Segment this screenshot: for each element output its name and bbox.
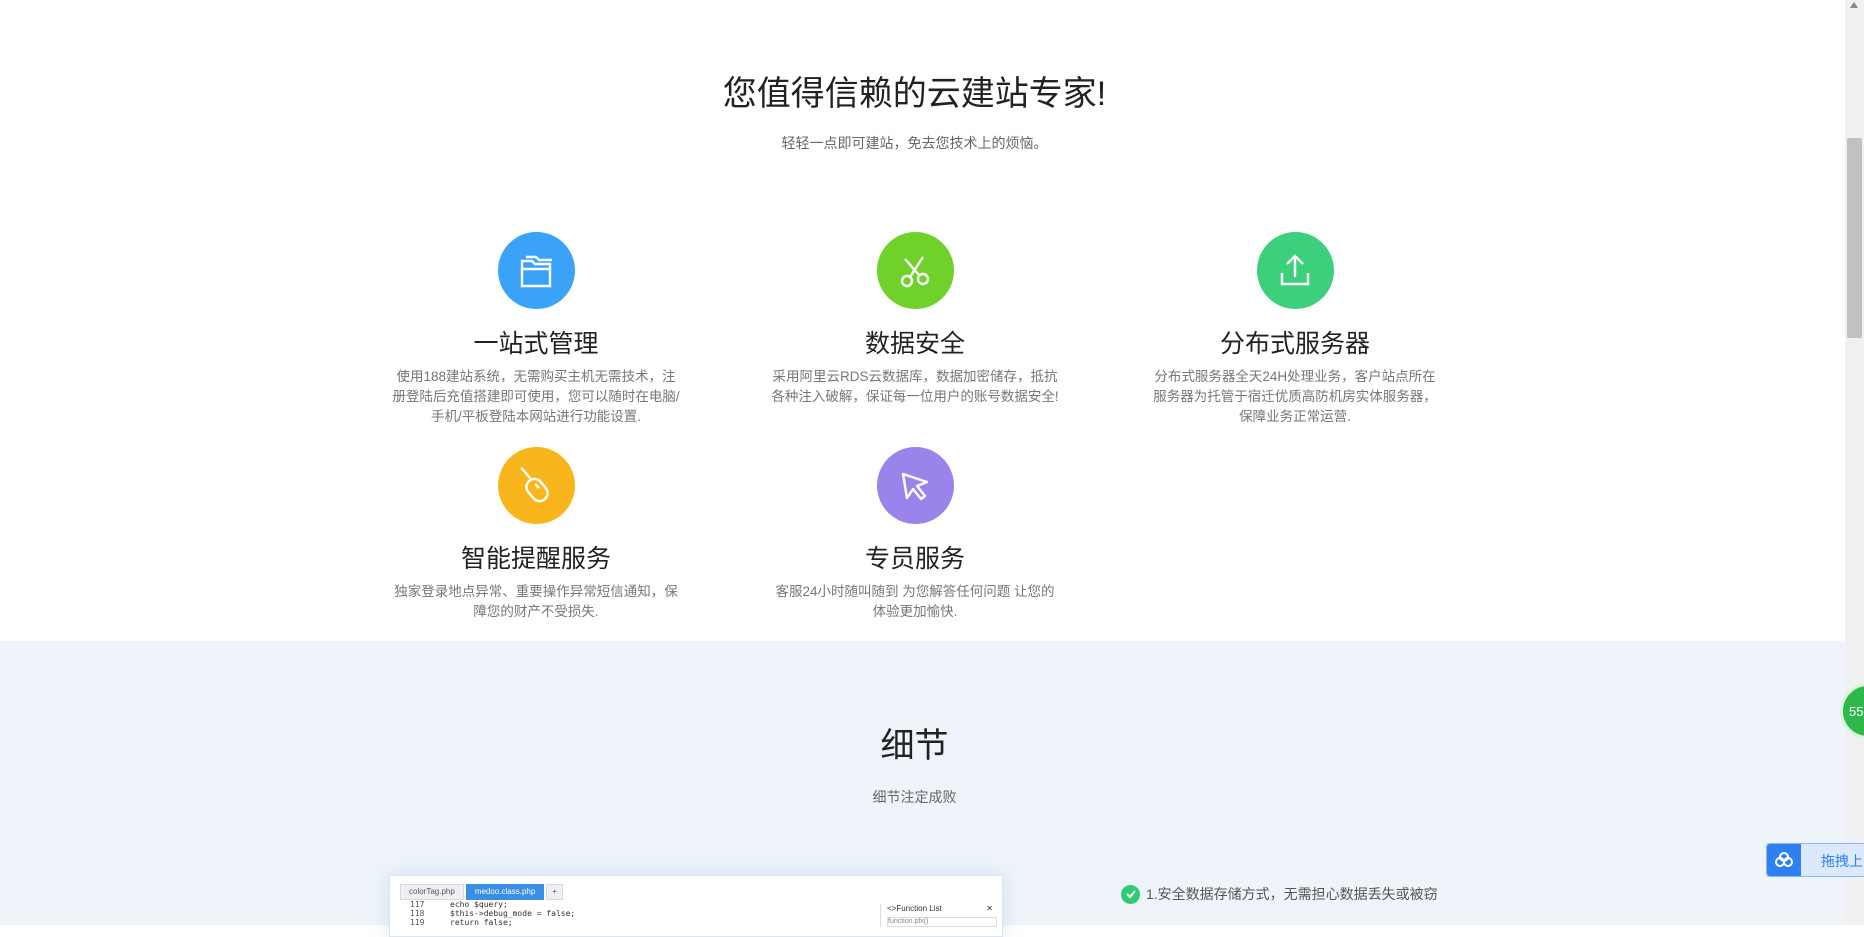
code-line: 119 return false; (410, 918, 513, 927)
feature-item: 一站式管理 使用188建站系统，无需购买主机无需技术，注册登陆后充值搭建即可使用… (391, 232, 681, 427)
feature-desc: 独家登录地点异常、重要操作异常短信通知，保障您的财产不受损失. (394, 584, 678, 619)
code-line: 118 $this->debug_mode = false; (410, 909, 576, 918)
close-icon: ✕ (986, 904, 993, 913)
function-list-panel: <>Function List ✕ function.pfx() (880, 904, 997, 927)
feature-desc: 采用阿里云RDS云数据库，数据加密储存，抵抗各种注入破解，保证每一位用户的账号数… (771, 369, 1059, 404)
mouse-icon (497, 447, 575, 524)
drag-upload-button[interactable]: 拖拽上 (1766, 843, 1864, 877)
feature-item: 数据安全 采用阿里云RDS云数据库，数据加密储存，抵抗各种注入破解，保证每一位用… (770, 232, 1060, 407)
editor-screenshot: colorTag.php medoo.class.php + 117 echo $… (389, 875, 1003, 937)
details-title: 细节 (880, 727, 949, 765)
feature-desc: 客服24小时随叫随到 为您解答任何问题 让您的体验更加愉快. (775, 584, 1055, 619)
cursor-icon (876, 447, 954, 524)
feature-item: 专员服务 客服24小时随叫随到 为您解答任何问题 让您的体验更加愉快. (770, 447, 1060, 622)
feature-title: 智能提醒服务 (460, 545, 611, 573)
editor-code: 117 echo $query; 118 $this->debug_mode = f… (410, 900, 575, 927)
scrollbar-thumb[interactable] (1847, 138, 1862, 338)
details-subtitle: 细节注定成败 (872, 789, 957, 805)
cloud-icon (1767, 844, 1801, 876)
features-section: 您值得信赖的云建站专家! 轻轻一点即可建站，免去您技术上的烦恼。 一站式管理 使… (0, 0, 1845, 641)
feature-title: 数据安全 (864, 330, 965, 358)
feature-title: 分布式服务器 (1219, 330, 1370, 358)
feature-item: 分布式服务器 分布式服务器全天24H处理业务，客户站点所在服务器为托管于宿迁优质… (1150, 232, 1440, 427)
function-list-title: <>Function List (887, 904, 942, 913)
upload-icon (1256, 232, 1334, 309)
page-scrollbar[interactable] (1845, 0, 1864, 925)
page-main: 您值得信赖的云建站专家! 轻轻一点即可建站，免去您技术上的烦恼。 一站式管理 使… (0, 0, 1845, 937)
check-icon (1121, 884, 1140, 904)
feature-desc: 分布式服务器全天24H处理业务，客户站点所在服务器为托管于宿迁优质高防机房实体服… (1153, 369, 1437, 424)
feature-item: 智能提醒服务 独家登录地点异常、重要操作异常短信通知，保障您的财产不受损失. (391, 447, 681, 622)
hero-title: 您值得信赖的云建站专家! (722, 75, 1107, 113)
editor-tabbar: colorTag.php medoo.class.php + (400, 884, 563, 900)
folder-icon (497, 232, 575, 309)
hero-subtitle: 轻轻一点即可建站，免去您技术上的烦恼。 (781, 135, 1048, 151)
feature-title: 一站式管理 (473, 330, 599, 358)
scissors-icon (876, 232, 954, 309)
editor-tab-add: + (546, 884, 563, 900)
floating-badge-count: 55 (1849, 703, 1864, 719)
editor-tab-active: medoo.class.php (465, 884, 545, 900)
detail-item-text: 1.安全数据存储方式，无需担心数据丢失或被窃 (1146, 886, 1438, 902)
drag-upload-label: 拖拽上 (1821, 853, 1863, 869)
editor-tab: colorTag.php (400, 884, 464, 900)
feature-title: 专员服务 (864, 545, 965, 573)
detail-item: 1.安全数据存储方式，无需担心数据丢失或被窃 (1121, 884, 1438, 904)
function-list-filter: function.pfx() (887, 917, 997, 927)
scroll-up-arrow-icon[interactable] (1850, 2, 1858, 8)
feature-desc: 使用188建站系统，无需购买主机无需技术，注册登陆后充值搭建即可使用，您可以随时… (392, 369, 680, 424)
code-line: 117 echo $query; (410, 900, 508, 909)
